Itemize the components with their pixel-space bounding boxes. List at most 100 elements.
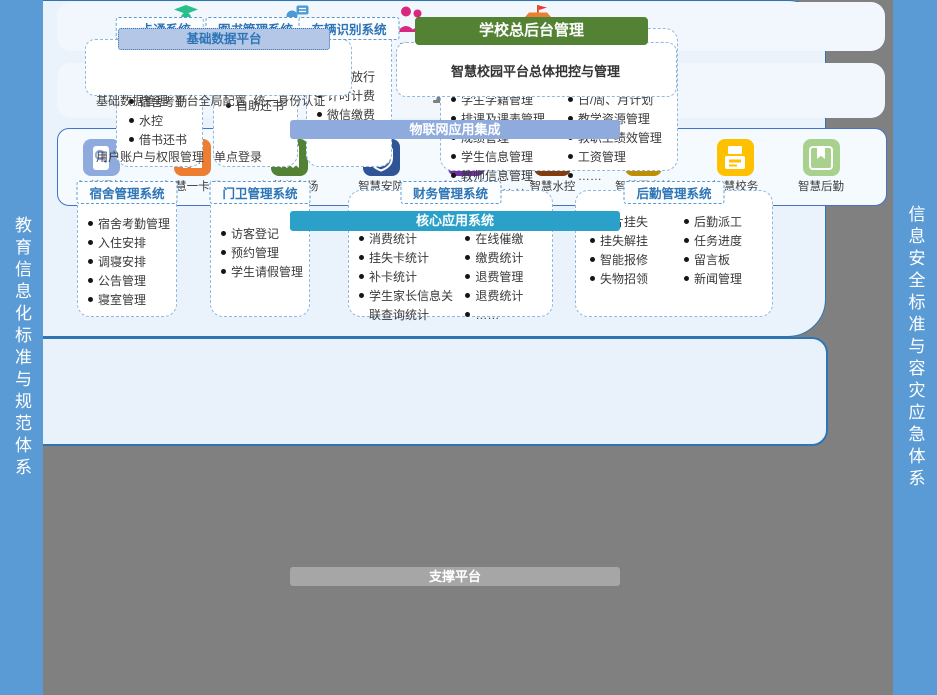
right-sidebar: 信息安全标准与容灾应急体系 xyxy=(893,0,937,695)
banner-icon xyxy=(803,139,840,176)
system-item-list: 宿舍考勤管理入住安排调寝安排公告管理寝室管理 xyxy=(78,191,176,310)
list-item: 调寝安排 xyxy=(88,253,176,272)
system-columns: 卡片挂失挂失解挂智能报修失物招领 后勤派工任务进度留言板新闻管理 xyxy=(576,191,772,289)
list-item-label: 新闻管理 xyxy=(694,270,742,289)
bullet-icon xyxy=(221,250,226,255)
bullet-icon xyxy=(684,257,689,262)
left-sidebar: 教育信息化标准与规范体系 xyxy=(0,0,43,695)
base-data-platform-title: 基础数据平台 xyxy=(118,28,330,50)
base-text-line1: 基础数据管理 平台全局配置 统一身份认证 xyxy=(96,92,325,111)
list-item: 留言板 xyxy=(684,251,764,270)
list-item-label: 挂失卡统计 xyxy=(369,249,429,268)
list-item: 智能报修 xyxy=(590,251,666,270)
system-card-dormitory: 宿舍管理系统 宿舍考勤管理入住安排调寝安排公告管理寝室管理 xyxy=(77,190,177,317)
list-item: 预约管理 xyxy=(221,244,309,263)
system-card-gate: 门卫管理系统 访客登记预约管理学生请假管理 xyxy=(210,190,310,317)
iot-label: 智慧后勤 xyxy=(798,178,844,194)
list-item: 在线催缴 xyxy=(465,230,548,249)
bullet-icon xyxy=(88,278,93,283)
bullet-icon xyxy=(88,221,93,226)
list-item: 工资管理 xyxy=(568,148,673,167)
bullet-icon xyxy=(465,293,470,298)
bullet-icon xyxy=(359,274,364,279)
bullet-icon xyxy=(590,257,595,262)
list-item: 学生信息管理 xyxy=(451,148,566,167)
list-item: 新闻管理 xyxy=(684,270,764,289)
list-item: 学生家长信息关联查询统计 xyxy=(359,287,461,325)
bullet-icon xyxy=(684,276,689,281)
support-section-header: 支撑平台 xyxy=(290,567,620,586)
list-item-label: 预约管理 xyxy=(231,244,279,263)
school-admin-text: 智慧校园平台总体把控与管理 xyxy=(396,61,675,80)
bullet-icon xyxy=(451,97,456,102)
list-item: 挂失卡统计 xyxy=(359,249,461,268)
bullet-icon xyxy=(451,154,456,159)
list-item: 后勤派工 xyxy=(684,213,764,232)
iot-section-header: 物联网应用集成 xyxy=(290,120,620,139)
register-icon xyxy=(717,139,754,176)
system-title: 门卫管理系统 xyxy=(209,181,310,204)
list-item: 缴费统计 xyxy=(465,249,548,268)
list-item: 退费管理 xyxy=(465,268,548,287)
bullet-icon xyxy=(221,231,226,236)
bullet-icon xyxy=(684,238,689,243)
list-item: …… xyxy=(465,306,548,325)
list-item: 寝室管理 xyxy=(88,291,176,310)
list-item-label: …… xyxy=(475,306,499,325)
list-item-label: 学生家长信息关联查询统计 xyxy=(369,287,461,325)
list-item-label: 在线催缴 xyxy=(475,230,523,249)
bullet-icon xyxy=(684,219,689,224)
list-item-label: 调寝安排 xyxy=(98,253,146,272)
smart-campus-architecture-diagram: 教育信息化标准与规范体系 信息安全标准与容灾应急体系 学生 老师 家长 xyxy=(0,0,937,695)
list-item: 失物招领 xyxy=(590,270,666,289)
list-item: 入住安排 xyxy=(88,234,176,253)
list-item-label: 缴费统计 xyxy=(475,249,523,268)
school-admin-title: 学校总后台管理 xyxy=(415,17,648,45)
list-item-label: 公告管理 xyxy=(98,272,146,291)
list-item-label: 任务进度 xyxy=(694,232,742,251)
list-item-label: 失物招领 xyxy=(600,270,648,289)
list-item-label: 入住安排 xyxy=(98,234,146,253)
system-title: 宿舍管理系统 xyxy=(76,181,177,204)
list-item-label: 学生信息管理 xyxy=(461,148,533,167)
system-card-finance: 财务管理系统 充值统计消费统计挂失卡统计补卡统计学生家长信息关联查询统计 在线收… xyxy=(348,190,553,317)
system-item-list: 后勤派工任务进度留言板新闻管理 xyxy=(684,213,764,289)
list-item-label: 寝室管理 xyxy=(98,291,146,310)
bullet-icon xyxy=(568,154,573,159)
list-item: 公告管理 xyxy=(88,272,176,291)
list-item-label: 消费统计 xyxy=(369,230,417,249)
right-sidebar-label: 信息安全标准与容灾应急体系 xyxy=(903,205,928,491)
left-sidebar-label: 教育信息化标准与规范体系 xyxy=(9,216,34,480)
bullet-icon xyxy=(568,173,573,178)
bullet-icon xyxy=(568,97,573,102)
bullet-icon xyxy=(359,293,364,298)
core-section-header: 核心应用系统 xyxy=(290,211,620,231)
bullet-icon xyxy=(359,255,364,260)
list-item: 补卡统计 xyxy=(359,268,461,287)
list-item-label: 学生请假管理 xyxy=(231,263,303,282)
list-item: 宿舍考勤管理 xyxy=(88,215,176,234)
list-item-label: 宿舍考勤管理 xyxy=(98,215,170,234)
list-item-label: 补卡统计 xyxy=(369,268,417,287)
list-item-label: 智能报修 xyxy=(600,251,648,270)
list-item-label: 挂失解挂 xyxy=(600,232,648,251)
bullet-icon xyxy=(359,236,364,241)
list-item: 任务进度 xyxy=(684,232,764,251)
list-item-label: 访客登记 xyxy=(231,225,279,244)
bullet-icon xyxy=(465,255,470,260)
base-text-line2: 用户账户与权限管理 单点登录 xyxy=(96,148,325,167)
bullet-icon xyxy=(590,238,595,243)
bullet-icon xyxy=(465,274,470,279)
iot-item-logistics: 智慧后勤 xyxy=(798,139,844,194)
bullet-icon xyxy=(590,276,595,281)
bullet-icon xyxy=(451,173,456,178)
list-item: 学生请假管理 xyxy=(221,263,309,282)
list-item-label: 后勤派工 xyxy=(694,213,742,232)
bullet-icon xyxy=(465,236,470,241)
list-item-label: …… xyxy=(578,167,602,186)
bullet-icon xyxy=(88,259,93,264)
support-panel: 基础数据平台 基础数据管理 平台全局配置 统一身份认证 用户账户与权限管理 单点… xyxy=(0,337,828,446)
list-item-label: 退费统计 xyxy=(475,287,523,306)
list-item: 挂失解挂 xyxy=(590,232,666,251)
bullet-icon xyxy=(465,312,470,317)
